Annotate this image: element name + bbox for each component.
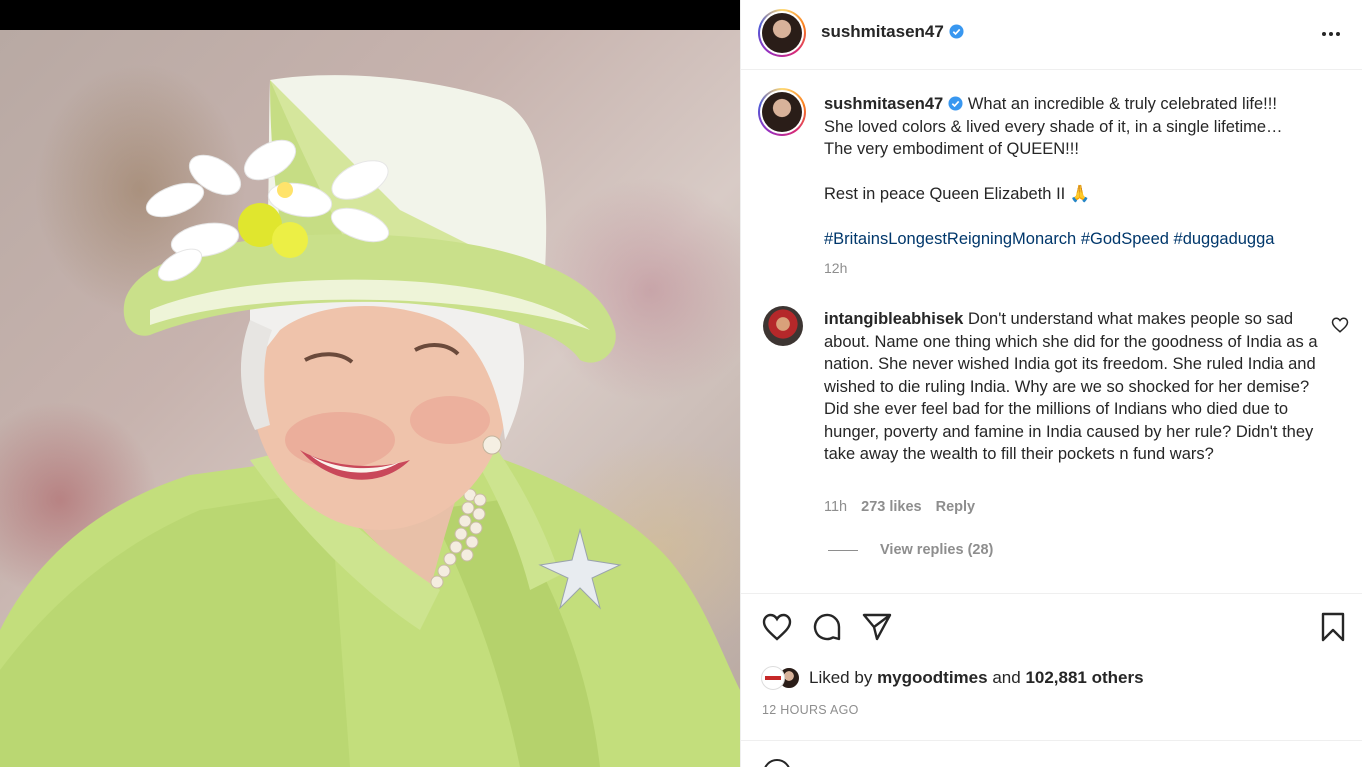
liker-avatar[interactable] — [761, 666, 785, 690]
hashtag-link[interactable]: #duggadugga — [1174, 230, 1275, 248]
emoji-icon[interactable] — [763, 759, 791, 767]
post-details-panel: sushmitasen47 sushmitasen47 What an incr… — [740, 0, 1362, 767]
caption-time[interactable]: 12h — [824, 260, 847, 276]
post-photo[interactable] — [0, 30, 740, 767]
comment-likes[interactable]: 273 likes — [861, 499, 921, 515]
save-icon[interactable] — [1317, 611, 1349, 643]
likes-count[interactable]: 102,881 others — [1025, 668, 1143, 687]
hashtag-link[interactable]: #GodSpeed — [1081, 230, 1169, 248]
comment-meta: 11h 273 likes Reply — [824, 499, 975, 515]
verified-icon — [948, 96, 963, 111]
verified-icon — [949, 24, 964, 39]
comment-body: intangibleabhisek Don't understand what … — [824, 308, 1319, 466]
liked-by: Liked by mygoodtimes and 102,881 others — [761, 664, 1144, 692]
author-username[interactable]: sushmitasen47 — [821, 22, 964, 42]
more-options-button[interactable] — [1319, 22, 1343, 46]
hashtag-link[interactable]: #BritainsLongestReigningMonarch — [824, 230, 1076, 248]
author-avatar[interactable] — [758, 9, 806, 57]
caption-hashtags: #BritainsLongestReigningMonarch #GodSpee… — [824, 228, 1324, 251]
comments-area[interactable]: sushmitasen47 What an incredible & truly… — [741, 71, 1362, 594]
caption-line: The very embodiment of QUEEN!!! — [824, 140, 1079, 158]
more-icon — [1322, 32, 1326, 36]
caption-line: She loved colors & lived every shade of … — [824, 117, 1283, 136]
instagram-post-view: sushmitasen47 sushmitasen47 What an incr… — [0, 0, 1362, 767]
liker-username[interactable]: mygoodtimes — [877, 668, 988, 687]
caption-avatar[interactable] — [758, 88, 806, 136]
caption-line: Rest in peace Queen Elizabeth II 🙏 — [824, 185, 1091, 203]
post-caption: sushmitasen47 What an incredible & truly… — [824, 93, 1324, 251]
commenter-username[interactable]: intangibleabhisek — [824, 310, 963, 328]
reply-button[interactable]: Reply — [936, 499, 976, 515]
comment-icon[interactable] — [811, 611, 843, 643]
caption-username[interactable]: sushmitasen47 — [824, 95, 943, 113]
heart-icon[interactable] — [761, 611, 793, 643]
post-media — [0, 0, 740, 767]
replies-divider — [828, 549, 858, 551]
commenter-avatar[interactable] — [763, 306, 803, 346]
view-replies-button[interactable]: View replies (28) — [828, 542, 993, 558]
comment-like-icon[interactable] — [1331, 316, 1349, 334]
post-actions — [741, 595, 1362, 655]
comment-text: Don't understand what makes people so sa… — [824, 310, 1318, 463]
post-header: sushmitasen47 — [741, 0, 1362, 70]
comment-time[interactable]: 11h — [824, 499, 847, 515]
caption-line: What an incredible & truly celebrated li… — [967, 95, 1277, 113]
share-icon[interactable] — [861, 611, 893, 643]
add-comment-bar — [741, 740, 1362, 767]
post-timestamp[interactable]: 12 HOURS AGO — [762, 703, 859, 717]
